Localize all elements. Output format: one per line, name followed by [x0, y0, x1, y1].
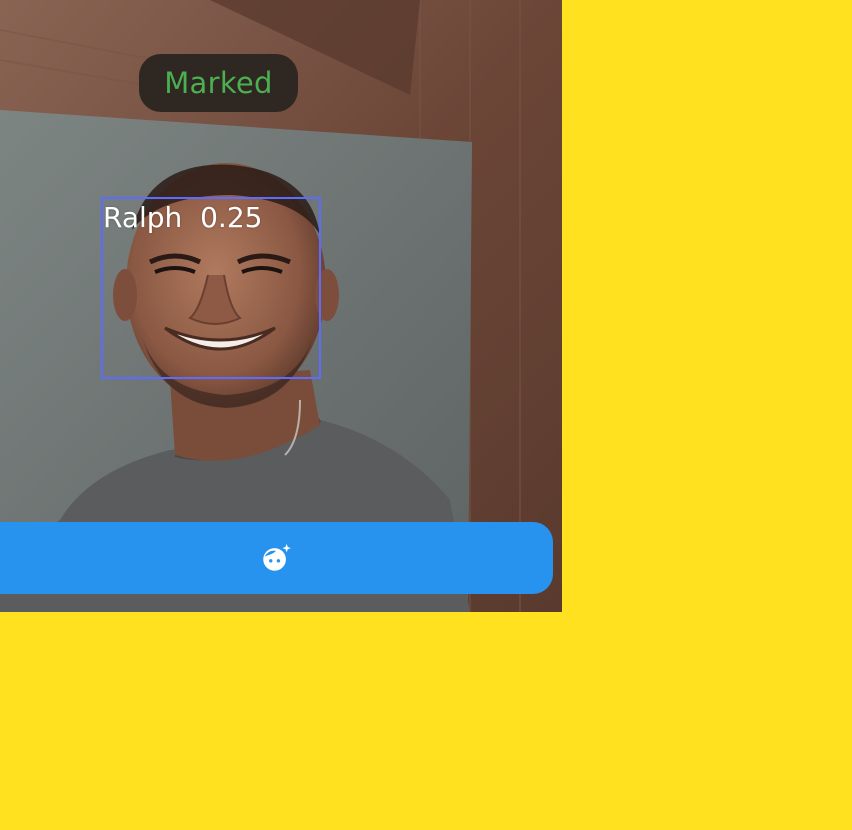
detected-name: Ralph: [103, 201, 183, 234]
photo-preview: Marked Ralph 0.25: [0, 0, 562, 612]
status-chip: Marked: [139, 54, 298, 112]
face-detection-label: Ralph 0.25: [103, 201, 262, 234]
face-detection-box[interactable]: Ralph 0.25: [101, 197, 321, 379]
detection-score: 0.25: [200, 201, 263, 234]
face-retouch-button[interactable]: [0, 522, 553, 594]
status-label: Marked: [164, 66, 273, 100]
face-retouch-icon: [262, 543, 291, 571]
